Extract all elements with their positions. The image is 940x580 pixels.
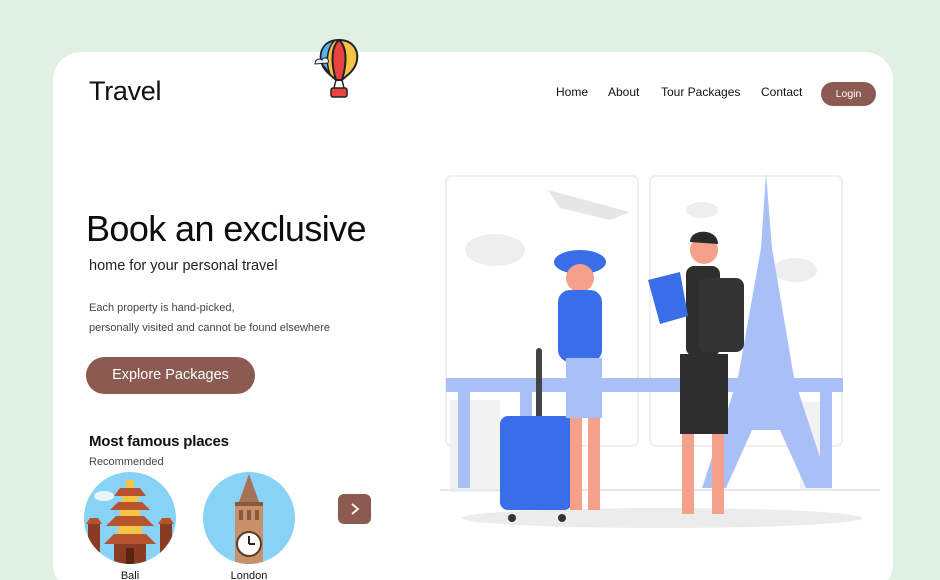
places-subheading: Recommended [89,456,164,468]
places-heading: Most famous places [89,433,229,450]
chevron-right-icon [350,503,359,515]
suitcase-icon [500,416,572,510]
nav-about[interactable]: About [608,85,639,99]
hero-description: Each property is hand-picked, personally… [89,298,330,338]
temple-icon [86,480,174,564]
big-ben-icon [235,474,263,564]
next-places-button[interactable] [338,494,371,524]
travelers-illustration [440,173,880,528]
login-button[interactable]: Login [821,82,876,106]
nav-home[interactable]: Home [556,85,588,99]
hero-description-line-1: Each property is hand-picked, [89,302,235,314]
explore-packages-button[interactable]: Explore Packages [86,357,255,394]
place-card-london[interactable]: London [203,472,299,580]
airplane-icon [548,190,630,220]
hero-description-line-2: personally visited and cannot be found e… [89,322,330,334]
place-image-london [203,472,295,564]
cloud-icon [465,234,525,266]
backpack-icon [698,278,744,352]
place-image-bali [84,472,176,564]
logo[interactable]: Travel [89,76,162,107]
hero-title: Book an exclusive [86,208,367,249]
hot-air-balloon-icon [314,38,359,98]
place-name-bali: Bali [120,570,140,580]
nav-contact[interactable]: Contact [761,85,802,99]
nav-tour-packages[interactable]: Tour Packages [661,85,740,99]
hero-subtitle: home for your personal travel [89,258,278,274]
place-card-bali[interactable]: Bali [84,472,180,580]
place-name-london: London [230,570,268,580]
map-icon [648,272,688,324]
